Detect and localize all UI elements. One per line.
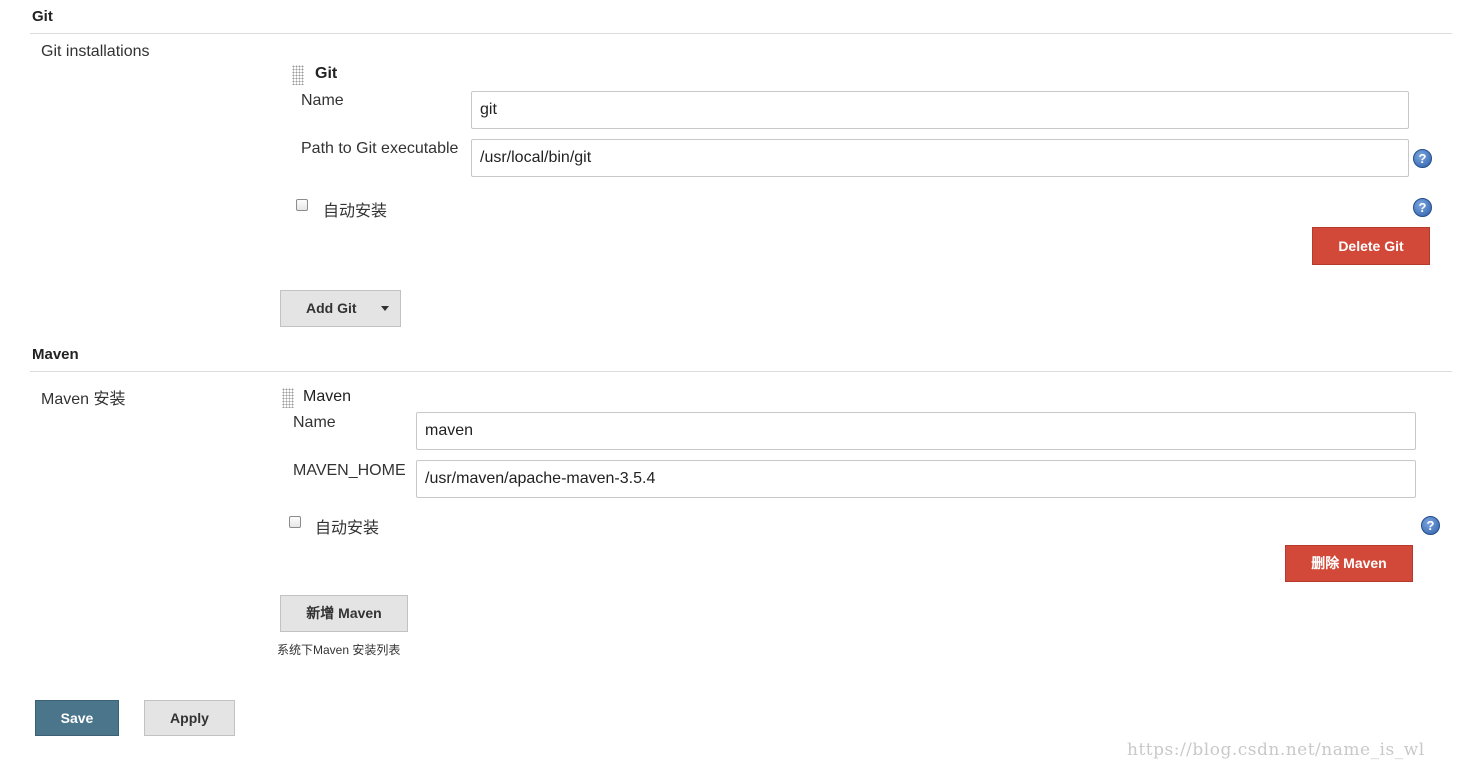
git-name-input[interactable]: [471, 91, 1409, 129]
maven-auto-install-label: 自动安装: [315, 520, 380, 537]
git-name-label: Name: [301, 92, 344, 109]
git-auto-install-label: 自动安装: [323, 203, 388, 220]
maven-installations-label: Maven 安装: [41, 391, 126, 408]
git-section-title: Git: [32, 8, 53, 25]
caret-down-icon[interactable]: [381, 306, 389, 311]
git-section-divider: [30, 33, 1452, 34]
drag-handle-icon[interactable]: [282, 388, 294, 408]
maven-add-description: 系统下Maven 安装列表: [277, 643, 401, 657]
delete-maven-button[interactable]: 删除 Maven: [1285, 545, 1413, 582]
maven-name-input[interactable]: [416, 412, 1416, 450]
maven-home-label: MAVEN_HOME: [293, 462, 406, 479]
help-icon[interactable]: ?: [1413, 198, 1432, 217]
help-icon[interactable]: ?: [1421, 516, 1440, 535]
maven-home-input[interactable]: [416, 460, 1416, 498]
save-button[interactable]: Save: [35, 700, 119, 736]
help-icon[interactable]: ?: [1413, 149, 1432, 168]
maven-section-title: Maven: [32, 346, 79, 363]
add-git-label: Add Git: [306, 300, 357, 316]
maven-section-divider: [30, 371, 1452, 372]
maven-name-label: Name: [293, 414, 336, 431]
git-installations-label: Git installations: [41, 43, 150, 60]
git-entry-heading: Git: [315, 65, 338, 82]
add-maven-button[interactable]: 新增 Maven: [280, 595, 408, 632]
git-auto-install-checkbox[interactable]: [296, 199, 308, 211]
maven-auto-install-checkbox[interactable]: [289, 516, 301, 528]
maven-entry-heading: Maven: [303, 388, 352, 405]
git-path-label: Path to Git executable: [301, 140, 459, 157]
git-path-input[interactable]: [471, 139, 1409, 177]
drag-handle-icon[interactable]: [292, 65, 304, 85]
watermark: https://blog.csdn.net/name_is_wl: [1127, 740, 1425, 760]
apply-button[interactable]: Apply: [144, 700, 235, 736]
delete-git-button[interactable]: Delete Git: [1312, 227, 1430, 265]
